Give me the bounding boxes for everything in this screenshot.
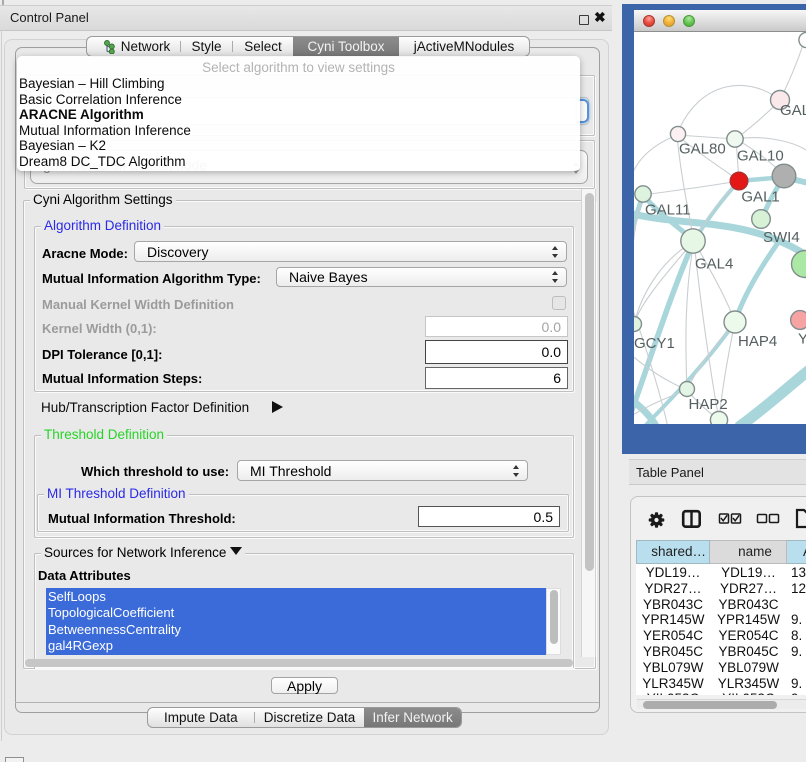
svg-text:Y: Y <box>798 331 806 348</box>
svg-text:GAL80: GAL80 <box>679 141 726 158</box>
svg-text:HAP4: HAP4 <box>738 333 777 350</box>
svg-text:GAL4: GAL4 <box>695 256 733 273</box>
svg-text:GAL10: GAL10 <box>737 148 784 165</box>
svg-text:GAL11: GAL11 <box>645 202 691 219</box>
svg-text:GCY1: GCY1 <box>634 335 675 352</box>
svg-text:GAL2: GAL2 <box>780 102 806 119</box>
svg-text:SWI4: SWI4 <box>763 229 800 246</box>
svg-text:GAL1: GAL1 <box>741 189 779 206</box>
svg-text:HAP2: HAP2 <box>689 396 728 413</box>
